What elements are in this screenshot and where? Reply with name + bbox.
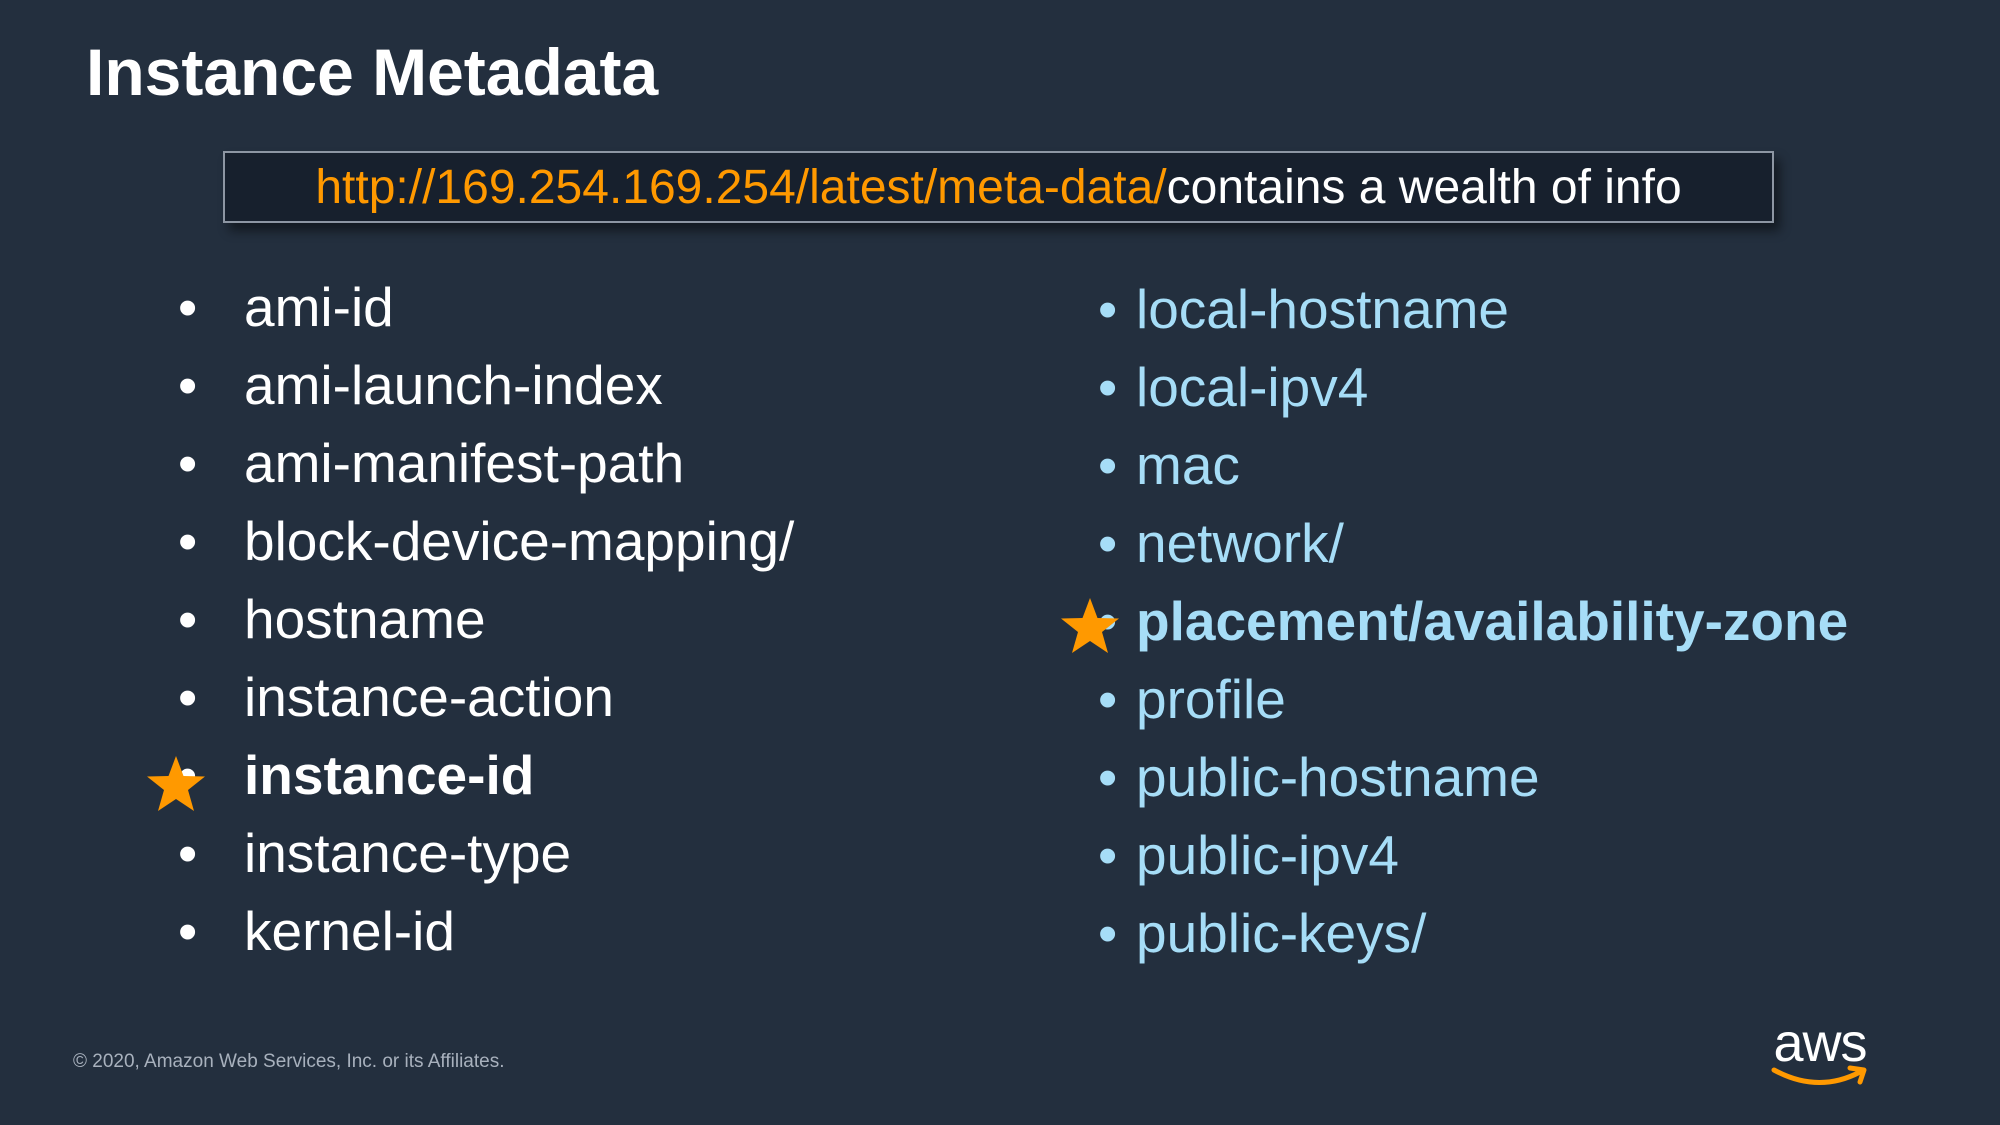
metadata-url: http://169.254.169.254/latest/meta-data/ [315,160,1167,214]
bullet: • [178,276,198,338]
list-item-label: public-hostname [1136,746,1540,808]
aws-logo-icon: aws [1768,1016,1872,1090]
list-item-label: block-device-mapping/ [244,510,795,572]
list-item-label: ami-manifest-path [244,432,685,494]
left-metadata-list: • ami-id • ami-launch-index • ami-manifest-… [178,268,795,970]
list-item-label: ami-launch-index [244,354,663,416]
bullet: • [178,900,198,962]
list-item: • profile [1098,660,1848,738]
list-item-label: kernel-id [244,900,455,962]
bullet: • [1098,824,1118,886]
slide-title: Instance Metadata [86,35,659,109]
list-item-label: mac [1136,434,1240,496]
list-item: • public-keys/ [1098,894,1848,972]
star-icon [1061,598,1119,653]
list-item-label: hostname [244,588,486,650]
list-item: • local-ipv4 [1098,348,1848,426]
bullet: • [178,588,198,650]
bullet: • [1098,746,1118,808]
list-item: • public-ipv4 [1098,816,1848,894]
list-item: • mac [1098,426,1848,504]
list-item-highlighted: •placement/availability-zone [1098,582,1849,660]
list-item-label: ami-id [244,276,394,338]
list-item: • ami-manifest-path [178,424,794,502]
list-item: • kernel-id [178,892,794,970]
list-item: • ami-id [178,268,794,346]
list-item-label: instance-id [244,744,535,806]
bullet: • [178,432,198,494]
list-item: • hostname [178,580,794,658]
bullet: • [1098,902,1118,964]
list-item: • network/ [1098,504,1848,582]
bullet: • [1098,512,1118,574]
list-item: • block-device-mapping/ [178,502,795,580]
bullet: • [1098,668,1118,730]
bullet: • [178,666,198,728]
copyright-footer: © 2020, Amazon Web Services, Inc. or its… [73,1051,505,1072]
list-item: • instance-type [178,814,794,892]
list-item-label: public-ipv4 [1136,824,1399,886]
list-item: • instance-action [178,658,794,736]
list-item-label: instance-type [244,822,572,884]
star-icon [147,756,205,811]
list-item: • ami-launch-index [178,346,794,424]
right-metadata-list: • local-hostname • local-ipv4 • mac • networ… [1098,270,1849,972]
bullet: • [1098,356,1118,418]
list-item-label: placement/availability-zone [1136,590,1849,652]
bullet: • [178,510,198,572]
list-item-label: local-ipv4 [1136,356,1369,418]
bullet: • [178,354,198,416]
bullet: • [1098,278,1118,340]
list-item-label: instance-action [244,666,614,728]
list-item-label: public-keys/ [1136,902,1427,964]
aws-smile-icon [1771,1065,1867,1085]
metadata-url-callout: http://169.254.169.254/latest/meta-data/… [223,151,1774,223]
list-item-highlighted: • instance-id [178,736,794,814]
bullet: • [1098,434,1118,496]
list-item: • public-hostname [1098,738,1848,816]
list-item-label: profile [1136,668,1286,730]
list-item: • local-hostname [1098,270,1848,348]
list-item-label: network/ [1136,512,1344,574]
callout-text: contains a wealth of info [1166,160,1682,214]
list-item-label: local-hostname [1136,278,1509,340]
bullet: • [178,822,198,884]
